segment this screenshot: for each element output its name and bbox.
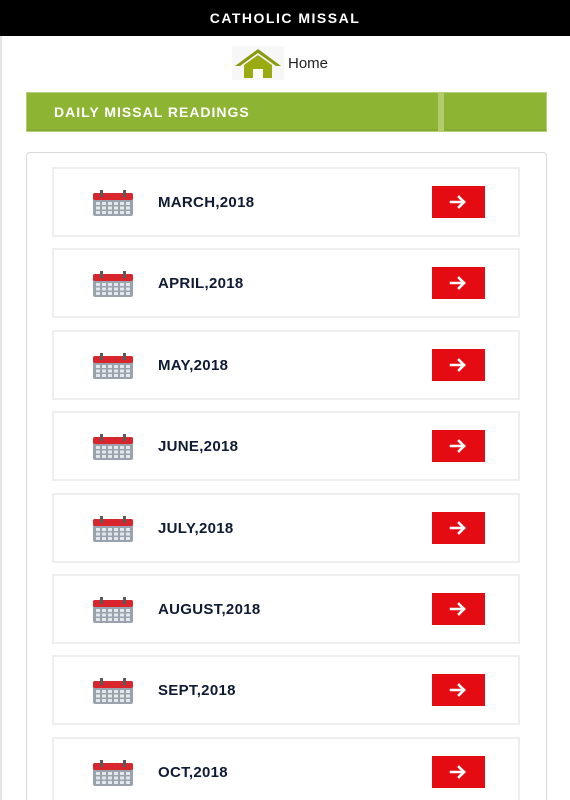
- month-label: AUGUST,2018: [158, 600, 261, 618]
- arrow-right-icon: [449, 764, 469, 780]
- arrow-right-icon: [449, 682, 469, 698]
- month-label: APRIL,2018: [158, 274, 244, 292]
- calendar-icon: [93, 271, 133, 297]
- section-title: DAILY MISSAL READINGS: [54, 104, 250, 120]
- open-month-button[interactable]: [432, 349, 485, 381]
- arrow-right-icon: [449, 275, 469, 291]
- calendar-icon: [93, 597, 133, 623]
- home-label: Home: [288, 54, 329, 72]
- month-item[interactable]: MARCH,2018: [52, 167, 520, 237]
- arrow-right-icon: [449, 438, 469, 454]
- month-item[interactable]: JUNE,2018: [52, 411, 520, 481]
- app-title: CATHOLIC MISSAL: [209, 10, 361, 26]
- calendar-icon: [93, 434, 133, 460]
- arrow-right-icon: [449, 357, 469, 373]
- header-divider: [438, 93, 444, 131]
- month-item[interactable]: APRIL,2018: [52, 248, 520, 318]
- calendar-icon: [93, 353, 133, 379]
- home-icon: [232, 46, 284, 80]
- open-month-button[interactable]: [432, 674, 485, 706]
- left-border: [0, 36, 2, 800]
- app-title-bar: CATHOLIC MISSAL: [0, 0, 570, 36]
- arrow-right-icon: [449, 520, 469, 536]
- month-item[interactable]: MAY,2018: [52, 330, 520, 400]
- month-item[interactable]: OCT,2018: [52, 737, 520, 800]
- calendar-icon: [93, 678, 133, 704]
- month-label: MARCH,2018: [158, 193, 255, 211]
- month-label: JUNE,2018: [158, 437, 239, 455]
- open-month-button[interactable]: [432, 267, 485, 299]
- calendar-icon: [93, 190, 133, 216]
- month-label: SEPT,2018: [158, 681, 236, 699]
- month-label: OCT,2018: [158, 763, 228, 781]
- month-item[interactable]: SEPT,2018: [52, 655, 520, 725]
- open-month-button[interactable]: [432, 430, 485, 462]
- calendar-icon: [93, 516, 133, 542]
- arrow-right-icon: [449, 194, 469, 210]
- home-link[interactable]: Home: [232, 46, 328, 80]
- calendar-icon: [93, 760, 133, 786]
- open-month-button[interactable]: [432, 512, 485, 544]
- month-label: MAY,2018: [158, 356, 229, 374]
- section-header: DAILY MISSAL READINGS: [26, 92, 547, 132]
- open-month-button[interactable]: [432, 593, 485, 625]
- arrow-right-icon: [449, 601, 469, 617]
- open-month-button[interactable]: [432, 756, 485, 788]
- month-label: JULY,2018: [158, 519, 234, 537]
- open-month-button[interactable]: [432, 186, 485, 218]
- month-item[interactable]: AUGUST,2018: [52, 574, 520, 644]
- month-item[interactable]: JULY,2018: [52, 493, 520, 563]
